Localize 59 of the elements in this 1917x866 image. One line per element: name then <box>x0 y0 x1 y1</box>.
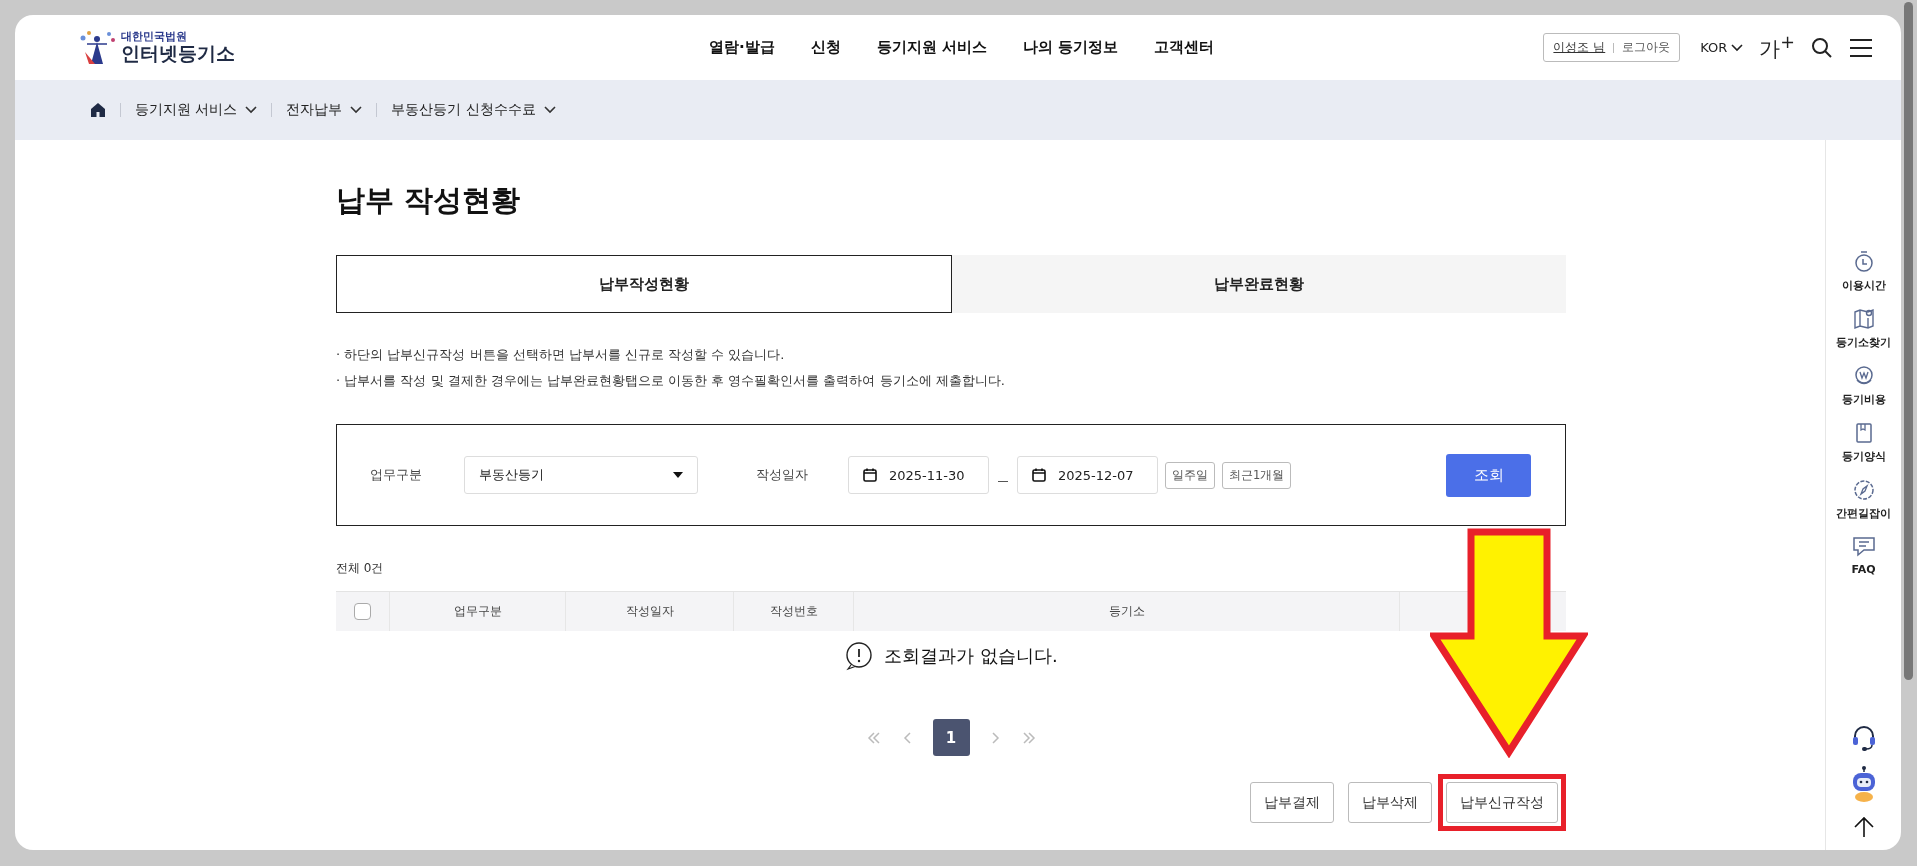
page-title: 납부 작성현황 <box>336 182 522 219</box>
date-input[interactable]: 2025-12-07 <box>1017 456 1158 494</box>
calendar-icon <box>1032 468 1046 482</box>
nav-link[interactable]: 나의 등기정보 <box>1022 38 1119 57</box>
action-button[interactable]: 납부삭제 <box>1348 782 1432 823</box>
font-size-button[interactable]: 가$^{+}$ <box>1759 32 1795 63</box>
breadcrumb-item[interactable]: 부동산등기 신청수수료 <box>391 101 536 119</box>
exclamation-bubble-icon <box>844 641 875 671</box>
action-button[interactable]: 납부결제 <box>1250 782 1334 823</box>
date-input[interactable]: 2025-11-30 <box>848 456 989 494</box>
tab[interactable]: 납부완료현황 <box>952 255 1566 313</box>
field-label: 작성일자 <box>755 466 809 484</box>
quick-menu-label[interactable]: 등기비용 <box>1841 392 1886 407</box>
nav-link[interactable]: 열람·발급 <box>709 38 775 57</box>
select-all-checkbox[interactable] <box>354 603 371 620</box>
chevron-down-icon[interactable] <box>350 106 363 114</box>
caret-icon <box>673 472 683 478</box>
quick-menu-label[interactable]: 이용시간 <box>1841 278 1886 293</box>
menu-icon[interactable] <box>1849 37 1873 58</box>
range-button[interactable]: 최근1개월 <box>1222 461 1292 489</box>
breadcrumb-item[interactable]: 전자납부 <box>286 101 343 119</box>
nav-link[interactable]: 신청 <box>810 38 841 57</box>
category-dropdown[interactable]: 부동산등기 <box>464 456 698 494</box>
tab[interactable]: 납부작성현황 <box>336 255 952 313</box>
action-button[interactable]: 납부신규작성 <box>1446 782 1558 823</box>
info-note: · 하단의 납부신규작성 버튼을 선택하면 납부서를 신규로 작성할 수 있습니다. <box>336 346 786 364</box>
nav-link[interactable]: 고객센터 <box>1154 38 1215 57</box>
result-count: 전체 0건 <box>336 560 385 577</box>
column-header: 업무구분 <box>453 603 502 620</box>
map-icon[interactable] <box>1851 307 1876 331</box>
range-button[interactable]: 일주일 <box>1165 461 1215 489</box>
language-selector[interactable]: KOR <box>1700 40 1728 55</box>
breadcrumb-item[interactable]: 등기지원 서비스 <box>135 101 238 119</box>
search-icon[interactable] <box>1811 36 1833 59</box>
logout-link[interactable]: 로그아웃 <box>1622 39 1671 56</box>
user-name-link[interactable]: 이성조 님 <box>1553 39 1606 56</box>
chevron-down-icon[interactable] <box>543 106 556 114</box>
compass-icon[interactable] <box>1851 478 1876 502</box>
logo-subtitle: 대한민국법원 <box>121 31 188 44</box>
column-header: 등기소 <box>1108 603 1145 620</box>
empty-message: 조회결과가 없습니다. <box>884 644 1058 668</box>
logo-title[interactable]: 인터넷등기소 <box>121 43 235 64</box>
info-note: · 납부서를 작성 및 결제한 경우에는 납부완료현황탭으로 이동한 후 영수필확인서를 출력하여 등기소에 제출합니다. <box>336 372 1006 390</box>
chevron-down-icon[interactable] <box>1731 43 1744 52</box>
column-header: 작성일자 <box>625 603 674 620</box>
scroll-top-icon[interactable] <box>1852 816 1875 838</box>
quick-menu-label[interactable]: FAQ <box>1851 563 1876 576</box>
column-header: 작성번호 <box>769 603 818 620</box>
page-button[interactable]: 1 <box>932 719 970 756</box>
home-icon[interactable] <box>90 102 106 118</box>
quick-menu-label[interactable]: 간편길잡이 <box>1836 506 1891 521</box>
field-label: 업무구분 <box>369 466 423 484</box>
search-button[interactable]: 조회 <box>1446 453 1531 497</box>
nav-link[interactable]: 등기지원 서비스 <box>876 38 987 57</box>
calendar-icon <box>863 468 877 482</box>
quick-menu-label[interactable]: 등기양식 <box>1841 449 1886 464</box>
chevron-down-icon[interactable] <box>245 106 258 114</box>
quick-menu-label[interactable]: 등기소찾기 <box>1836 335 1891 350</box>
chat-bubble-icon[interactable] <box>1851 535 1876 559</box>
